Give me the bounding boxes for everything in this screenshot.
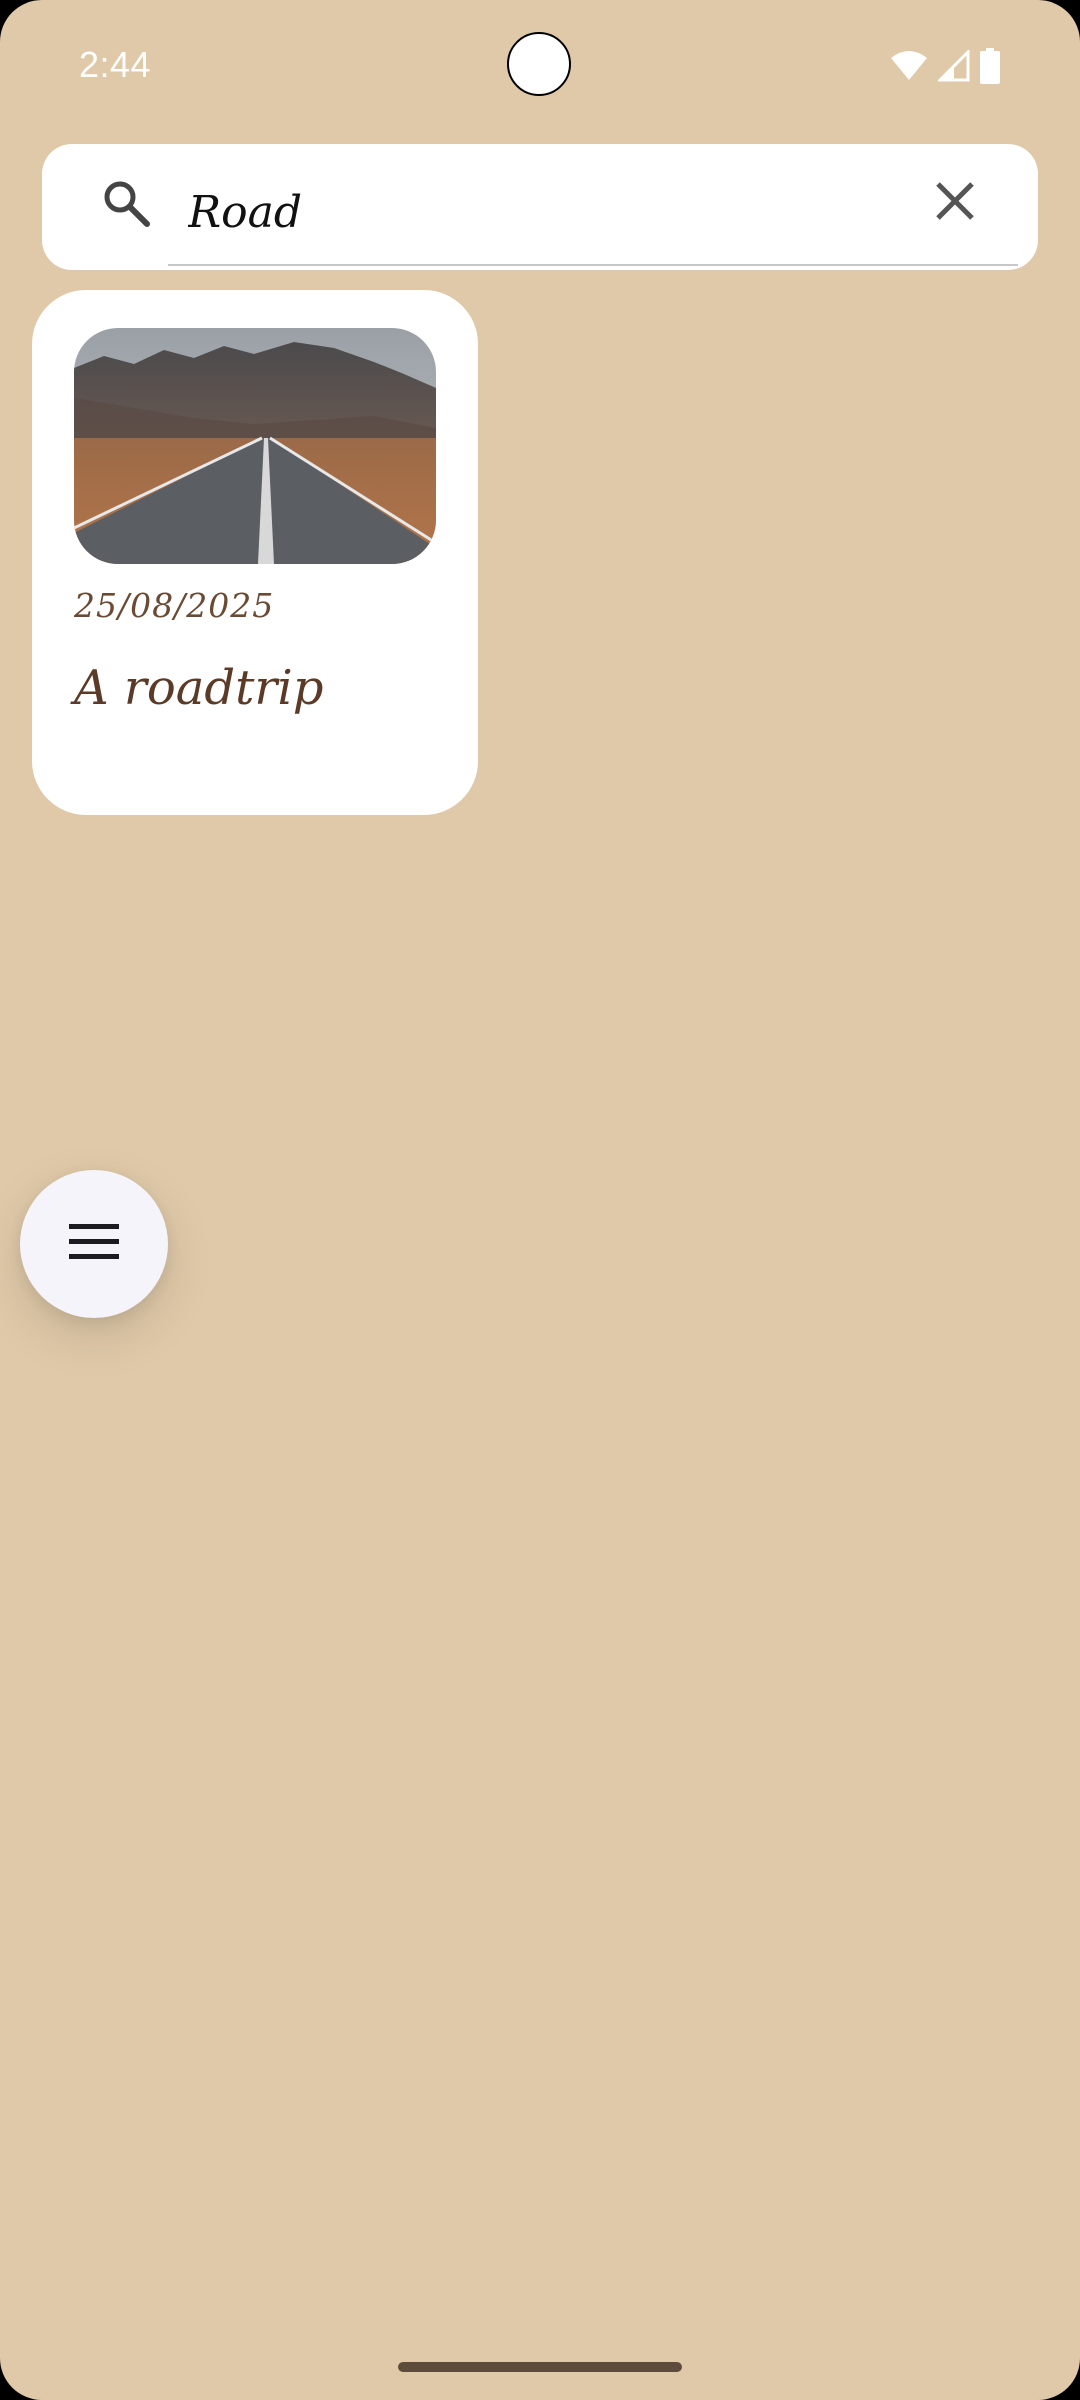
menu-fab-button[interactable] [20, 1170, 168, 1318]
search-input[interactable] [168, 160, 1018, 266]
cellular-signal-icon [938, 50, 970, 82]
note-date: 25/08/2025 [74, 586, 275, 625]
close-icon [934, 180, 976, 227]
status-icons [890, 48, 1000, 84]
status-time: 2:44 [79, 44, 152, 85]
clear-search-button[interactable] [920, 168, 990, 238]
camera-cutout [507, 32, 571, 96]
note-title: A roadtrip [74, 660, 324, 716]
menu-icon [69, 1223, 119, 1265]
note-thumbnail [74, 328, 436, 564]
battery-icon [980, 48, 1000, 84]
wifi-icon [890, 50, 928, 82]
gesture-nav-bar[interactable] [398, 2362, 682, 2372]
search-icon[interactable] [100, 177, 152, 229]
note-card[interactable]: 25/08/2025 A roadtrip [32, 290, 478, 815]
status-bar: 2:44 [0, 0, 1080, 130]
mountain-road-photo [74, 328, 436, 564]
app-screen: 2:44 Road 25/08/2025 A roadtrip [0, 0, 1080, 2400]
